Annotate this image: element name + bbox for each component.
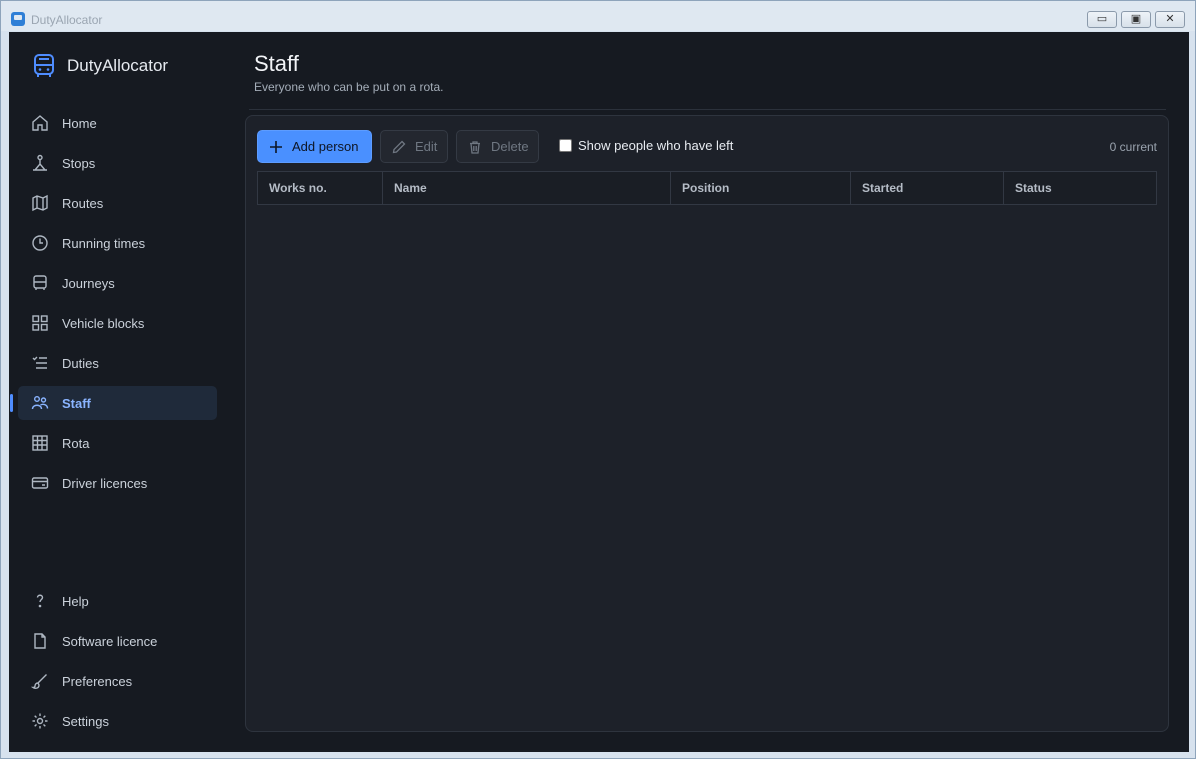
title-bar[interactable]: DutyAllocator ▭ ▣ ✕ [1, 1, 1195, 31]
pencil-icon [392, 140, 406, 153]
column-header-position[interactable]: Position [671, 172, 851, 204]
header-divider [249, 109, 1166, 110]
trash-icon [470, 140, 480, 154]
sidebar-item-label: Stops [62, 155, 96, 171]
edit-button[interactable]: Edit [380, 130, 448, 163]
brush-icon [31, 672, 49, 690]
add-person-label: Add person [292, 139, 359, 154]
question-icon [31, 592, 49, 610]
sidebar-item-label: Software licence [62, 633, 158, 649]
sidebar-item-driver-licences[interactable]: Driver licences [18, 466, 217, 500]
sidebar-item-label: Routes [62, 195, 104, 211]
sidebar-item-running-times[interactable]: Running times [18, 226, 217, 260]
close-button[interactable]: ✕ [1155, 11, 1185, 28]
stop-sign-icon [31, 154, 49, 172]
bus-logo-icon [34, 54, 54, 77]
sidebar-item-label: Journeys [62, 275, 115, 291]
edit-label: Edit [415, 139, 438, 154]
sidebar-item-label: Help [62, 593, 89, 609]
column-header-works-no[interactable]: Works no. [258, 172, 383, 204]
home-icon [31, 114, 49, 132]
table-icon [31, 434, 49, 452]
brand: DutyAllocator [31, 52, 168, 80]
staff-panel: Add person Edit Delete Show people who h… [245, 115, 1169, 732]
sidebar-item-label: Driver licences [62, 475, 148, 491]
card-icon [31, 474, 49, 492]
show-left-toggle[interactable]: Show people who have left [559, 138, 733, 153]
sidebar-item-label: Staff [62, 395, 91, 411]
sidebar-item-preferences[interactable]: Preferences [18, 664, 217, 698]
staff-count: 0 current [1109, 140, 1157, 154]
sidebar-item-routes[interactable]: Routes [18, 186, 217, 220]
sidebar-item-label: Rota [62, 435, 90, 451]
sidebar-item-rota[interactable]: Rota [18, 426, 217, 460]
sidebar-item-journeys[interactable]: Journeys [18, 266, 217, 300]
sidebar-item-label: Preferences [62, 673, 133, 689]
sidebar-item-label: Running times [62, 235, 146, 251]
sidebar-item-duties[interactable]: Duties [18, 346, 217, 380]
app-bus-icon [11, 12, 25, 26]
sidebar-item-home[interactable]: Home [18, 106, 217, 140]
column-header-name[interactable]: Name [383, 172, 671, 204]
sidebar-item-vehicle-blocks[interactable]: Vehicle blocks [18, 306, 217, 340]
add-person-button[interactable]: Add person [257, 130, 372, 163]
show-left-label: Show people who have left [578, 138, 734, 153]
sidebar-item-software-licence[interactable]: Software licence [18, 624, 217, 658]
grid-icon [31, 314, 49, 332]
brand-name: DutyAllocator [67, 56, 169, 75]
people-icon [31, 394, 49, 412]
sidebar-item-staff[interactable]: Staff [18, 386, 217, 420]
minimize-button[interactable]: ▭ [1087, 11, 1117, 28]
page-title: Staff [254, 51, 299, 76]
delete-button[interactable]: Delete [456, 130, 539, 163]
sidebar-item-help[interactable]: Help [18, 584, 217, 618]
sidebar-item-settings[interactable]: Settings [18, 704, 217, 738]
sidebar: DutyAllocator Home Stops Routes Running … [9, 32, 237, 752]
bus-icon [31, 274, 49, 292]
staff-table: Works no. Name Position Started Status [257, 171, 1157, 205]
sidebar-item-label: Settings [62, 713, 109, 729]
clock-icon [31, 234, 49, 252]
sidebar-item-label: Home [62, 115, 97, 131]
sidebar-item-stops[interactable]: Stops [18, 146, 217, 180]
show-left-checkbox[interactable] [559, 139, 572, 152]
client-area: DutyAllocator Home Stops Routes Running … [9, 32, 1189, 752]
map-icon [31, 194, 49, 212]
app-window: DutyAllocator ▭ ▣ ✕ DutyAllocator Home S… [0, 0, 1196, 759]
checklist-icon [31, 354, 49, 372]
active-indicator [10, 394, 13, 412]
page-subtitle: Everyone who can be put on a rota. [254, 80, 444, 94]
delete-label: Delete [491, 139, 529, 154]
sidebar-item-label: Vehicle blocks [62, 315, 145, 331]
window-title: DutyAllocator [31, 13, 103, 27]
column-header-status[interactable]: Status [1004, 172, 1156, 204]
column-header-started[interactable]: Started [851, 172, 1004, 204]
maximize-button[interactable]: ▣ [1121, 11, 1151, 28]
sidebar-item-label: Duties [62, 355, 99, 371]
plus-icon [270, 140, 282, 153]
gear-icon [31, 712, 49, 730]
document-icon [31, 632, 49, 650]
